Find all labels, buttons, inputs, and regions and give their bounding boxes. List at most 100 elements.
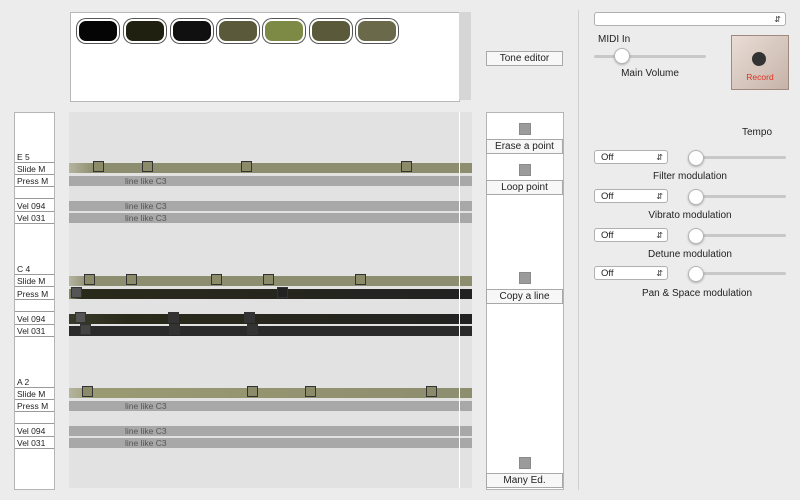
control-point[interactable] bbox=[247, 324, 258, 335]
erase-indicator-icon bbox=[519, 123, 531, 135]
loop-point-button[interactable]: Loop point bbox=[486, 180, 563, 195]
midi-in-label: MIDI In bbox=[598, 34, 631, 45]
filter-mod-label: Filter modulation bbox=[653, 171, 727, 182]
color-swatch-6[interactable] bbox=[310, 19, 352, 43]
detune-mod-label: Detune modulation bbox=[648, 249, 732, 260]
updown-chevron-icon: ⇵ bbox=[656, 192, 663, 201]
track-label: line like C3 bbox=[125, 401, 167, 411]
row-label bbox=[15, 188, 54, 199]
main-volume-slider[interactable] bbox=[594, 55, 706, 58]
vel-track[interactable] bbox=[69, 312, 472, 324]
press-track[interactable] bbox=[69, 287, 472, 299]
control-point[interactable] bbox=[263, 274, 274, 285]
vibrato-mod-value: Off bbox=[601, 191, 614, 202]
control-point[interactable] bbox=[82, 386, 93, 397]
vibrato-mod-select[interactable]: Off ⇵ bbox=[594, 189, 668, 203]
control-point[interactable] bbox=[247, 386, 258, 397]
color-swatch-7[interactable] bbox=[356, 19, 398, 43]
vel-track[interactable]: line like C3 bbox=[69, 213, 472, 223]
pan-mod-thumb[interactable] bbox=[688, 266, 704, 282]
many-ed-button[interactable]: Many Ed. bbox=[486, 473, 563, 488]
control-point[interactable] bbox=[71, 287, 82, 298]
vel-track[interactable]: line like C3 bbox=[69, 426, 472, 436]
record-button[interactable]: Record bbox=[731, 35, 789, 90]
color-palette bbox=[70, 12, 460, 102]
row-label: Slide M bbox=[15, 164, 54, 175]
slide-track[interactable] bbox=[69, 161, 472, 173]
control-point[interactable] bbox=[277, 287, 288, 298]
color-swatch-2[interactable] bbox=[124, 19, 166, 43]
control-point[interactable] bbox=[211, 274, 222, 285]
control-point[interactable] bbox=[168, 312, 179, 323]
color-swatch-4[interactable] bbox=[217, 19, 259, 43]
control-point[interactable] bbox=[80, 324, 91, 335]
row-label: Vel 094 bbox=[15, 426, 54, 437]
slide-track[interactable] bbox=[69, 386, 472, 398]
filter-mod-thumb[interactable] bbox=[688, 150, 704, 166]
track-label: line like C3 bbox=[125, 176, 167, 186]
track-label: line like C3 bbox=[125, 438, 167, 448]
control-point[interactable] bbox=[401, 161, 412, 172]
row-label: Press M bbox=[15, 289, 54, 300]
vel-track[interactable] bbox=[69, 324, 472, 336]
color-swatch-5[interactable] bbox=[263, 19, 305, 43]
press-track[interactable]: line like C3 bbox=[69, 401, 472, 411]
row-label: Press M bbox=[15, 176, 54, 187]
main-volume-label: Main Volume bbox=[621, 68, 679, 79]
filter-mod-value: Off bbox=[601, 152, 614, 163]
copy-line-button[interactable]: Copy a line bbox=[486, 289, 563, 304]
panel-divider bbox=[578, 10, 579, 490]
main-volume-thumb[interactable] bbox=[614, 48, 630, 64]
row-label: Press M bbox=[15, 401, 54, 412]
control-point[interactable] bbox=[75, 312, 86, 323]
pan-mod-value: Off bbox=[601, 268, 614, 279]
control-point[interactable] bbox=[126, 274, 137, 285]
palette-scrollbar[interactable] bbox=[459, 12, 471, 100]
curve-editor[interactable]: line like C3 line like C3 line like C3 l… bbox=[69, 112, 472, 488]
control-point[interactable] bbox=[241, 161, 252, 172]
tempo-label: Tempo bbox=[742, 127, 773, 138]
row-label: Vel 094 bbox=[15, 314, 54, 325]
many-indicator-icon bbox=[519, 457, 531, 469]
control-point[interactable] bbox=[426, 386, 437, 397]
control-point[interactable] bbox=[355, 274, 366, 285]
control-point[interactable] bbox=[84, 274, 95, 285]
color-swatch-3[interactable] bbox=[171, 19, 213, 43]
track-label: line like C3 bbox=[125, 213, 167, 223]
vel-track[interactable]: line like C3 bbox=[69, 438, 472, 448]
tone-editor-button[interactable]: Tone editor bbox=[486, 51, 563, 66]
filter-mod-slider[interactable] bbox=[690, 156, 786, 159]
detune-mod-value: Off bbox=[601, 230, 614, 241]
updown-chevron-icon: ⇵ bbox=[656, 269, 663, 278]
control-point[interactable] bbox=[142, 161, 153, 172]
track-label: line like C3 bbox=[125, 201, 167, 211]
row-label bbox=[15, 301, 54, 312]
press-track[interactable]: line like C3 bbox=[69, 176, 472, 186]
filter-mod-select[interactable]: Off ⇵ bbox=[594, 150, 668, 164]
detune-mod-select[interactable]: Off ⇵ bbox=[594, 228, 668, 242]
vibrato-mod-thumb[interactable] bbox=[688, 189, 704, 205]
note-label: C 4 bbox=[15, 264, 54, 275]
loop-indicator-icon bbox=[519, 164, 531, 176]
control-point[interactable] bbox=[244, 312, 255, 323]
row-label: Vel 094 bbox=[15, 201, 54, 212]
slide-track[interactable] bbox=[69, 274, 472, 286]
track-label-column: E 5 Slide M Press M Vel 094 Vel 031 C 4 … bbox=[14, 112, 55, 490]
control-point[interactable] bbox=[169, 324, 180, 335]
erase-point-button[interactable]: Erase a point bbox=[486, 139, 563, 154]
pan-mod-slider[interactable] bbox=[690, 272, 786, 275]
pan-mod-select[interactable]: Off ⇵ bbox=[594, 266, 668, 280]
copy-indicator-icon bbox=[519, 272, 531, 284]
control-point[interactable] bbox=[93, 161, 104, 172]
row-label: Vel 031 bbox=[15, 326, 54, 337]
record-dot-icon bbox=[752, 52, 766, 66]
top-select[interactable]: ⇵ bbox=[594, 12, 786, 26]
control-point[interactable] bbox=[305, 386, 316, 397]
color-swatch-1[interactable] bbox=[77, 19, 119, 43]
detune-mod-slider[interactable] bbox=[690, 234, 786, 237]
vibrato-mod-slider[interactable] bbox=[690, 195, 786, 198]
note-label: E 5 bbox=[15, 152, 54, 163]
detune-mod-thumb[interactable] bbox=[688, 228, 704, 244]
record-label: Record bbox=[746, 72, 774, 82]
vel-track[interactable]: line like C3 bbox=[69, 201, 472, 211]
